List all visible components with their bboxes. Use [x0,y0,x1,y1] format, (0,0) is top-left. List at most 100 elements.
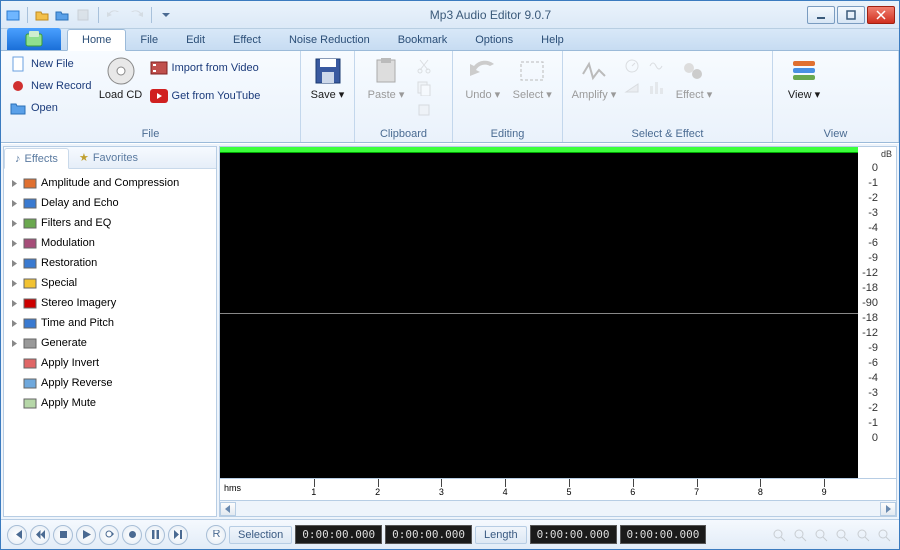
loop-button[interactable] [99,525,119,545]
horizontal-scrollbar[interactable] [219,501,897,517]
expand-icon [10,339,19,348]
ruler-label: 7 [694,487,699,497]
qat-undo-icon[interactable] [105,6,123,24]
sidetab-effects[interactable]: ♪Effects [4,148,69,169]
tree-node[interactable]: Filters and EQ [6,213,214,233]
qat-folder-icon[interactable] [54,7,70,23]
qat-icon-1[interactable] [5,7,21,23]
window-controls [807,6,895,24]
quick-access-toolbar [5,6,174,24]
maximize-button[interactable] [837,6,865,24]
undo-button[interactable]: Undo ▾ [461,55,505,101]
db-tick: -3 [858,386,896,401]
play-button[interactable] [76,525,96,545]
get-youtube-button[interactable]: Get from YouTube [150,87,261,105]
selection-end: 0:00:00.000 [385,525,472,544]
forward-end-button[interactable] [168,525,188,545]
tree-node[interactable]: Restoration [6,253,214,273]
ruler-tick [378,479,379,487]
tree-node[interactable]: Generate [6,333,214,353]
select-button[interactable]: Select ▾ [511,55,555,101]
tab-options[interactable]: Options [461,30,527,50]
waveform-canvas[interactable] [220,147,858,478]
db-tick: -3 [858,206,896,221]
tab-noise-reduction[interactable]: Noise Reduction [275,30,384,50]
paste-button[interactable]: Paste ▾ [363,55,409,101]
zoom-out-icon[interactable] [791,526,809,544]
wave-icon[interactable] [647,57,665,75]
open-button[interactable]: Open [9,99,92,117]
tab-bookmark[interactable]: Bookmark [384,30,462,50]
scroll-right-icon[interactable] [880,502,896,516]
view-button[interactable]: View ▾ [781,55,827,101]
effect-button[interactable]: Effect ▾ [671,55,717,101]
qat-redo-icon[interactable] [127,6,145,24]
load-cd-button[interactable]: Load CD [98,55,144,101]
time-ruler[interactable]: hms 123456789 [219,479,897,501]
ruler-label: 1 [311,487,316,497]
amplify-button[interactable]: Amplify ▾ [571,55,617,101]
tree-node[interactable]: Special [6,273,214,293]
tree-item-label: Apply Reverse [41,377,113,389]
tree-item-icon [22,295,38,311]
new-file-button[interactable]: New File [9,55,92,73]
tree-node[interactable]: Delay and Echo [6,193,214,213]
length-label: Length [475,526,527,544]
zoom-in-icon[interactable] [770,526,788,544]
cut-icon[interactable] [415,57,433,75]
save-icon [312,55,344,87]
tree-node[interactable]: Apply Reverse [6,373,214,393]
qat-open-icon[interactable] [34,7,50,23]
close-button[interactable] [867,6,895,24]
tab-edit[interactable]: Edit [172,30,219,50]
selection-start: 0:00:00.000 [295,525,382,544]
pause-button[interactable] [145,525,165,545]
new-record-button[interactable]: New Record [9,77,92,95]
rewind-button[interactable] [30,525,50,545]
tab-home[interactable]: Home [67,29,126,51]
app-button[interactable] [7,28,61,50]
tree-node[interactable]: Stereo Imagery [6,293,214,313]
record-button[interactable] [122,525,142,545]
import-video-button[interactable]: Import from Video [150,59,261,77]
save-button[interactable]: Save ▾ [309,55,346,101]
tree-node[interactable]: Amplitude and Compression [6,173,214,193]
db-tick: -18 [858,281,896,296]
sidetab-favorites[interactable]: ★Favorites [69,147,148,168]
tree-item-label: Apply Invert [41,357,99,369]
repeat-button[interactable]: R [206,525,226,545]
fade-icon[interactable] [623,79,641,97]
zoom-sel-icon[interactable] [833,526,851,544]
stop-button[interactable] [53,525,73,545]
tree-node[interactable]: Apply Mute [6,393,214,413]
wave-midline [220,313,858,314]
db-tick: 0 [858,161,896,176]
tree-node[interactable]: Modulation [6,233,214,253]
qat-dropdown-icon[interactable] [158,7,174,23]
ribbon-tabs: Home File Edit Effect Noise Reduction Bo… [1,29,899,51]
rewind-start-button[interactable] [7,525,27,545]
cd-icon [105,55,137,87]
ruler-label: 2 [375,487,380,497]
copy2-icon[interactable] [415,101,433,119]
tab-file[interactable]: File [126,30,172,50]
star-icon: ★ [79,151,89,164]
tree-node[interactable]: Apply Invert [6,353,214,373]
copy-icon[interactable] [415,79,433,97]
zoom-fit-icon[interactable] [812,526,830,544]
separator [27,7,28,23]
ruler-label: 8 [758,487,763,497]
tree-node[interactable]: Time and Pitch [6,313,214,333]
tree-item-icon [22,175,38,191]
eq-icon[interactable] [647,79,665,97]
minimize-button[interactable] [807,6,835,24]
gauge-icon[interactable] [623,57,641,75]
tab-effect[interactable]: Effect [219,30,275,50]
scroll-left-icon[interactable] [220,502,236,516]
qat-save-icon[interactable] [74,6,92,24]
group-view-label: View [781,126,890,140]
tab-help[interactable]: Help [527,30,578,50]
zoom-v-out-icon[interactable] [875,526,893,544]
tree-item-icon [22,235,38,251]
zoom-v-in-icon[interactable] [854,526,872,544]
